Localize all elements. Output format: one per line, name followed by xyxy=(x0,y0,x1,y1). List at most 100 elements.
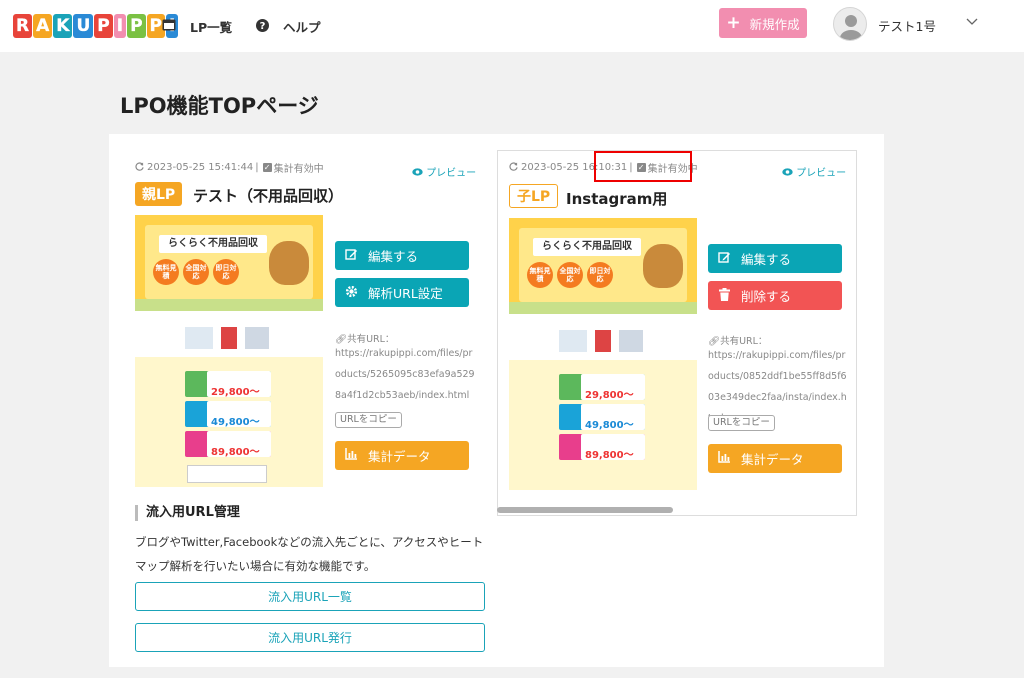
horizontal-scrollbar[interactable] xyxy=(497,507,673,513)
parent-lp-badge: 親LP xyxy=(135,182,183,206)
parent-edit-label: 編集する xyxy=(368,249,419,264)
thumb-circle: 全国対応 xyxy=(183,259,209,285)
eye-icon xyxy=(412,168,426,179)
child-edit-button[interactable]: 編集する xyxy=(708,244,842,273)
child-edit-label: 編集する xyxy=(741,252,792,267)
edit-icon xyxy=(344,248,358,264)
thumb-price-plan: 89,800〜 xyxy=(559,434,645,461)
parent-meta: 2023-05-25 15:41:44 | ✓ 集計有効中 xyxy=(135,160,324,175)
parent-timestamp: 2023-05-25 15:41:44 xyxy=(147,162,254,173)
refresh-icon xyxy=(135,161,144,174)
child-preview-label: プレビュー xyxy=(796,168,847,179)
logo-letter: A xyxy=(33,14,53,38)
top-header: RAKUPIPPI LP一覧 ? ヘルプ + 新規作成 テスト1号 xyxy=(0,0,1024,52)
thumb-hero-panel: らくらく不用品回収 無料見積 全国対応 即日対応 xyxy=(145,225,313,299)
thumb-price-plan: 49,800〜 xyxy=(559,404,645,431)
thumb-hero: らくらく不用品回収 無料見積 全国対応 即日対応 xyxy=(135,215,323,311)
thumb-price-plan: 49,800〜 xyxy=(185,401,271,428)
thumb-price-3: 89,800〜 xyxy=(581,434,645,461)
thumb-hero-title: らくらく不用品回収 xyxy=(159,235,267,253)
thumb-circle: 即日対応 xyxy=(213,259,239,285)
question-icon: ? xyxy=(256,18,269,35)
child-lp-badge: 子LP xyxy=(509,184,559,208)
page-title: LPO機能TOPページ xyxy=(120,94,319,118)
inflow-url-issue-button[interactable]: 流入用URL発行 xyxy=(135,623,485,652)
thumb-price-1: 29,800〜 xyxy=(207,371,271,398)
thumb-hero-title: らくらく不用品回収 xyxy=(533,238,641,256)
child-lp-thumbnail[interactable]: らくらく不用品回収 無料見積 全国対応 即日対応 29,800〜 49,800〜… xyxy=(509,218,697,490)
mascot-dog-image xyxy=(269,241,309,285)
chevron-down-icon[interactable] xyxy=(966,14,978,30)
new-lp-button[interactable]: + 新規作成 xyxy=(719,8,807,38)
child-stats-label: 集計データ xyxy=(741,452,804,467)
inflow-section-description: ブログやTwitter,Facebookなどの流入先ごとに、アクセスやヒートマッ… xyxy=(135,535,484,573)
thumb-circle: 無料見積 xyxy=(153,259,179,285)
eye-icon xyxy=(782,168,796,179)
parent-stats-button[interactable]: 集計データ xyxy=(335,441,469,470)
child-preview-link[interactable]: プレビュー xyxy=(782,164,846,179)
child-copy-url-button[interactable]: URLをコピー xyxy=(708,415,775,431)
thumb-trucks-row xyxy=(135,323,323,353)
logo-letter: P xyxy=(94,14,113,38)
nav-help[interactable]: ? ヘルプ xyxy=(256,17,321,36)
chart-icon xyxy=(717,451,731,466)
avatar[interactable] xyxy=(833,7,867,41)
parent-share-url[interactable]: https://rakupippi.com/files/products/526… xyxy=(335,343,475,406)
thumb-trucks-row xyxy=(509,326,697,356)
child-delete-label: 削除する xyxy=(741,289,792,304)
parent-lp-thumbnail[interactable]: らくらく不用品回収 無料見積 全国対応 即日対応 29,800〜 49,800〜… xyxy=(135,215,323,487)
thumb-price-plan: 29,800〜 xyxy=(185,371,271,398)
svg-text:?: ? xyxy=(260,21,266,32)
parent-copy-url-button[interactable]: URLをコピー xyxy=(335,412,402,428)
parent-analysis-url-button[interactable]: 解析URL設定 xyxy=(335,278,469,307)
logo-letter: I xyxy=(113,14,127,38)
thumb-price-section: 29,800〜 49,800〜 89,800〜 xyxy=(135,357,323,487)
thumb-circle: 全国対応 xyxy=(557,262,583,288)
child-stats-button[interactable]: 集計データ xyxy=(708,444,842,473)
checkbox-icon: ✓ xyxy=(262,163,272,172)
thumb-price-plan: 29,800〜 xyxy=(559,374,645,401)
thumb-price-2: 49,800〜 xyxy=(207,401,271,428)
thumb-hero: らくらく不用品回収 無料見積 全国対応 即日対応 xyxy=(509,218,697,314)
thumb-price-1: 29,800〜 xyxy=(581,374,645,401)
logo-letter: R xyxy=(13,14,33,38)
trash-icon xyxy=(717,287,731,304)
rakupippi-logo[interactable]: RAKUPIPPI xyxy=(13,9,179,43)
plus-icon: + xyxy=(726,13,741,33)
inflow-url-list-button[interactable]: 流入用URL一覧 xyxy=(135,582,485,611)
parent-stats-label: 集計データ xyxy=(368,449,431,464)
parent-preview-link[interactable]: プレビュー xyxy=(412,164,476,179)
user-name[interactable]: テスト1号 xyxy=(878,16,936,35)
chart-icon xyxy=(344,448,358,463)
logo-letter: K xyxy=(53,14,73,38)
thumb-contact-strip xyxy=(509,302,697,314)
gear-icon xyxy=(344,285,358,301)
thumb-circle: 即日対応 xyxy=(587,262,613,288)
child-lp-name: Instagram用 xyxy=(566,190,668,208)
thumb-circle: 無料見積 xyxy=(527,262,553,288)
logo-letter: U xyxy=(73,14,94,38)
parent-preview-label: プレビュー xyxy=(426,168,477,179)
inflow-section-heading: 流入用URL管理 xyxy=(135,505,240,521)
thumb-price-section: 29,800〜 49,800〜 89,800〜 xyxy=(509,360,697,490)
parent-analysis-url-label: 解析URL設定 xyxy=(368,286,443,301)
thumb-price-3: 89,800〜 xyxy=(207,431,271,458)
mascot-dog-image xyxy=(643,244,683,288)
nav-lp-list-label: LP一覧 xyxy=(190,20,233,35)
parent-lp-name: テスト（不用品回収） xyxy=(193,187,344,205)
thumb-contact-strip xyxy=(135,299,323,311)
child-delete-button[interactable]: 削除する xyxy=(708,281,842,310)
thumb-price-plan: 89,800〜 xyxy=(185,431,271,458)
new-lp-button-label: 新規作成 xyxy=(749,16,800,32)
highlight-box xyxy=(594,151,692,182)
thumb-price-2: 49,800〜 xyxy=(581,404,645,431)
parent-aggregation-status: 集計有効中 xyxy=(273,164,324,175)
window-icon xyxy=(162,19,176,34)
logo-letter: P xyxy=(127,14,146,38)
nav-lp-list[interactable]: LP一覧 xyxy=(162,17,232,36)
parent-edit-button[interactable]: 編集する xyxy=(335,241,469,270)
edit-icon xyxy=(717,251,731,267)
refresh-icon xyxy=(509,161,518,174)
nav-help-label: ヘルプ xyxy=(283,20,321,35)
thumb-hero-panel: らくらく不用品回収 無料見積 全国対応 即日対応 xyxy=(519,228,687,302)
